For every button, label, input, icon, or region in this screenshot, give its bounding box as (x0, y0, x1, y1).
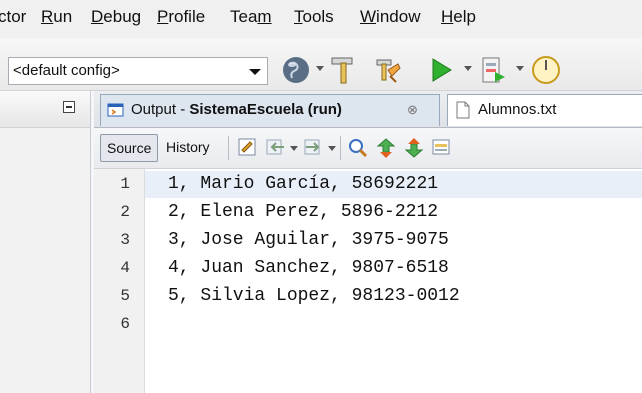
code-line[interactable]: 5, Silvia Lopez, 98123-0012 (168, 286, 460, 306)
tab-alumnos-label: Alumnos.txt (478, 101, 557, 118)
chevron-down-icon[interactable] (464, 66, 472, 71)
menu-item-connector[interactable]: ctor (0, 7, 26, 27)
find-icon[interactable] (346, 136, 370, 160)
menu-item-run[interactable]: Run (41, 7, 72, 27)
menu-item-help[interactable]: Help (441, 7, 476, 27)
find-next-icon[interactable] (402, 136, 426, 160)
toolbar-separator (228, 136, 229, 160)
editor-toolbar: Source History (94, 128, 642, 169)
code-line[interactable]: 1, Mario García, 58692221 (168, 174, 438, 194)
output-window-icon (107, 103, 124, 117)
menu-bar: ctor Run Debug Profile Team Tools Window… (0, 0, 642, 39)
chevron-down-icon[interactable] (316, 66, 324, 71)
config-select-value: <default config> (13, 62, 120, 79)
tab-output[interactable]: Output - SistemaEscuela (run) ⊗ (100, 94, 440, 126)
tab-output-label: Output - SistemaEscuela (run) (131, 101, 342, 118)
line-number: 2 (120, 203, 130, 221)
code-editor[interactable]: 1 2 3 4 5 6 1, Mario García, 58692221 2,… (94, 169, 642, 393)
line-number: 1 (120, 175, 130, 193)
editor-tab-strip: Output - SistemaEscuela (run) ⊗ Alumnos.… (94, 91, 642, 128)
chevron-down-icon[interactable] (328, 146, 336, 151)
line-number-gutter: 1 2 3 4 5 6 (94, 169, 145, 393)
code-line[interactable]: 2, Elena Perez, 5896-2212 (168, 202, 438, 222)
last-edit-icon[interactable] (236, 136, 260, 160)
menu-item-window[interactable]: Window (360, 7, 420, 27)
hammer-icon[interactable] (328, 54, 360, 86)
source-view-button[interactable]: Source (100, 134, 159, 162)
tab-alumnos-txt[interactable]: Alumnos.txt (447, 94, 642, 126)
config-select[interactable]: <default config> (8, 57, 268, 85)
history-view-button[interactable]: History (160, 134, 216, 162)
line-number: 6 (120, 315, 130, 333)
code-line[interactable]: 4, Juan Sanchez, 9807-6518 (168, 258, 449, 278)
toolbar-separator (340, 136, 341, 160)
debug-icon[interactable] (477, 54, 509, 86)
main-toolbar: <default config> (0, 38, 642, 91)
menu-item-team[interactable]: Team (230, 7, 272, 27)
close-icon[interactable]: ⊗ (407, 95, 418, 125)
menu-item-profile[interactable]: Profile (157, 7, 205, 27)
line-number: 5 (120, 287, 130, 305)
profile-icon[interactable] (530, 54, 562, 86)
text-file-icon (456, 101, 470, 119)
code-line[interactable]: 3, Jose Aguilar, 3975-9075 (168, 230, 449, 250)
run-icon[interactable] (425, 54, 457, 86)
menu-item-debug[interactable]: Debug (91, 7, 141, 27)
line-number: 3 (120, 231, 130, 249)
chevron-down-icon[interactable] (516, 66, 524, 71)
menu-item-tools[interactable]: Tools (294, 7, 334, 27)
back-icon[interactable] (264, 136, 288, 160)
panel-header (0, 91, 90, 128)
find-previous-icon[interactable] (374, 136, 398, 160)
clean-build-icon[interactable] (372, 54, 404, 86)
forward-icon[interactable] (302, 136, 326, 160)
chevron-down-icon[interactable] (290, 146, 298, 151)
projects-panel (0, 91, 91, 393)
chevron-down-icon[interactable] (249, 69, 261, 75)
minimize-icon[interactable] (63, 101, 75, 113)
toggle-highlight-icon[interactable] (430, 136, 454, 160)
line-number: 4 (120, 259, 130, 277)
globe-icon[interactable] (280, 54, 312, 86)
